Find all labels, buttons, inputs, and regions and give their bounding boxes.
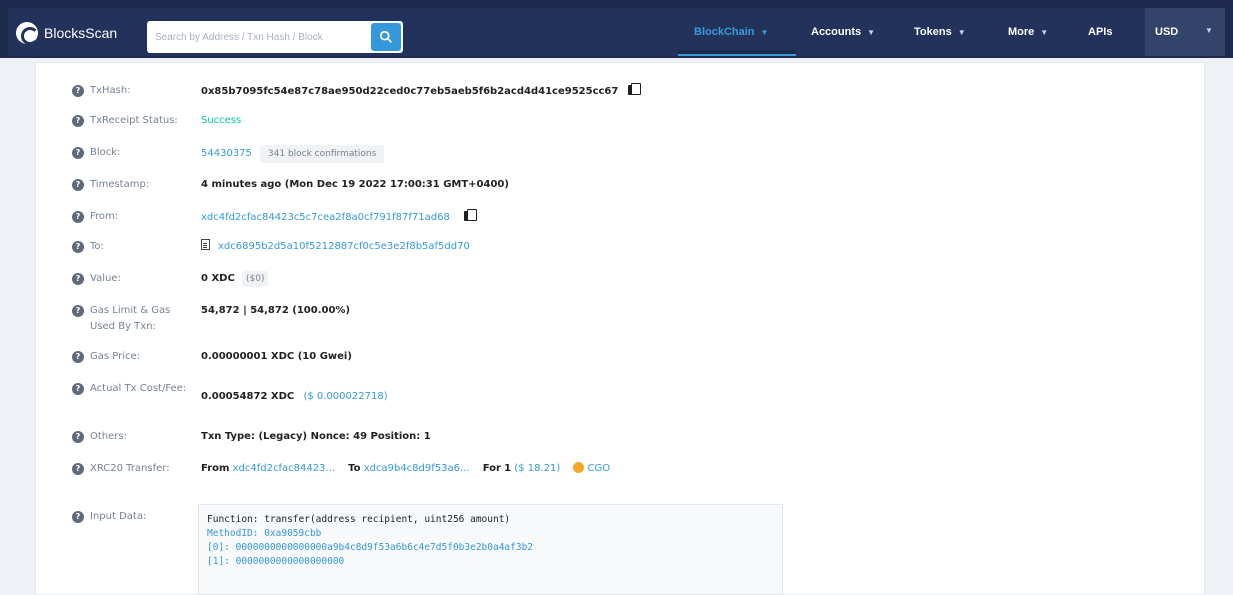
from-address-link[interactable]: xdc4fd2cfac84423c5c7cea2f8a0cf791f87f71a…	[201, 212, 450, 223]
from-label: ? From:	[72, 209, 192, 225]
xrc20-token-link[interactable]: CGO	[587, 463, 610, 474]
xrc20-to-link[interactable]: xdca9b4c8d9f53a6...	[364, 463, 470, 474]
help-icon[interactable]: ?	[72, 115, 84, 127]
others-label-text: Others:	[90, 431, 127, 442]
nav-tokens[interactable]: Tokens ▼	[914, 26, 966, 38]
xrc20-label-text: XRC20 Transfer:	[90, 463, 170, 474]
block-value-wrap: 54430375 341 block confirmations	[201, 145, 385, 163]
value-label-text: Value:	[90, 273, 121, 284]
currency-selector[interactable]: USD ▼	[1145, 8, 1225, 56]
token-icon	[573, 462, 585, 473]
help-icon[interactable]: ?	[72, 351, 84, 363]
xrc20-from-label: From	[201, 463, 230, 474]
help-icon[interactable]: ?	[72, 305, 84, 317]
gas-limit-value: 54,872 | 54,872 (100.00%)	[201, 305, 351, 316]
navbar-inner: BlocksScan BlockChain▼ Accounts▼ Tokens▼…	[8, 8, 1225, 56]
from-label-text: From:	[90, 211, 119, 222]
fee-amount: 0.00054872 XDC	[201, 391, 295, 402]
timestamp-label: ? Timestamp:	[72, 177, 192, 193]
others-value: Txn Type: (Legacy) Nonce: 49 Position: 1	[201, 431, 431, 442]
input-data-line: Function: transfer(address recipient, ui…	[207, 514, 511, 525]
nav-accounts[interactable]: Accounts ▼	[811, 26, 875, 38]
status-value: Success	[201, 115, 242, 126]
xrc20-for-label: For	[482, 463, 501, 474]
fee-value-wrap: 0.00054872 XDC ($ 0.000022718)	[201, 389, 388, 405]
input-data-label-text: Input Data:	[90, 511, 147, 522]
block-label-text: Block:	[90, 147, 121, 158]
nav-apis[interactable]: APIs	[1088, 26, 1112, 38]
status-label: ? TxReceipt Status:	[72, 113, 192, 129]
nav-more-label: More	[1008, 26, 1035, 38]
help-icon[interactable]: ?	[72, 179, 84, 191]
to-label: ? To:	[72, 239, 192, 255]
chevron-down-icon: ▼	[1205, 26, 1213, 35]
copy-icon[interactable]	[463, 209, 477, 222]
help-icon[interactable]: ?	[72, 511, 84, 523]
xrc20-fiat: ($ 18.21)	[514, 463, 561, 474]
chevron-down-icon: ▼	[957, 28, 966, 37]
txhash-value: 0x85b7095fc54e87c78ae950d22ced0c77eb5aeb…	[201, 86, 619, 97]
nav-more[interactable]: More ▼	[1008, 26, 1048, 38]
help-icon[interactable]: ?	[72, 211, 84, 223]
gas-price-label: ? Gas Price:	[72, 349, 192, 365]
nav-tokens-label: Tokens	[914, 26, 952, 38]
chevron-down-icon: ▼	[760, 28, 769, 37]
txhash-label-text: TxHash:	[90, 85, 131, 96]
txhash-value-wrap: 0x85b7095fc54e87c78ae950d22ced0c77eb5aeb…	[201, 83, 642, 100]
value-value-wrap: 0 XDC ($0)	[201, 271, 269, 287]
chevron-down-icon: ▼	[867, 28, 876, 37]
block-link[interactable]: 54430375	[201, 148, 252, 159]
status-label-text: TxReceipt Status:	[90, 115, 178, 126]
confirmations-badge: 341 block confirmations	[259, 145, 385, 163]
to-value-wrap: xdc6895b2d5a10f5212887cf0c5e3e2f8b5af5dd…	[201, 239, 470, 255]
xrc20-label: ? XRC20 Transfer:	[72, 461, 192, 477]
from-value-wrap: xdc4fd2cfac84423c5c7cea2f8a0cf791f87f71a…	[201, 209, 477, 226]
help-icon[interactable]: ?	[72, 273, 84, 285]
to-address-link[interactable]: xdc6895b2d5a10f5212887cf0c5e3e2f8b5af5dd…	[218, 241, 470, 252]
help-icon[interactable]: ?	[72, 147, 84, 159]
nav-accounts-label: Accounts	[811, 26, 862, 38]
xrc20-value-wrap: From xdc4fd2cfac84423... To xdca9b4c8d9f…	[201, 461, 610, 477]
gas-limit-label: ? Gas Limit & Gas Used By Txn:	[72, 303, 192, 335]
value-amount: 0 XDC	[201, 273, 235, 284]
help-icon[interactable]: ?	[72, 241, 84, 253]
help-icon[interactable]: ?	[72, 463, 84, 475]
top-navbar: BlocksScan BlockChain▼ Accounts▼ Tokens▼…	[0, 0, 1233, 58]
gas-price-value: 0.00000001 XDC (10 Gwei)	[201, 351, 352, 362]
xrc20-amount: 1	[504, 463, 512, 474]
copy-icon[interactable]	[628, 83, 642, 96]
value-label: ? Value:	[72, 271, 192, 287]
others-label: ? Others:	[72, 429, 192, 445]
nav-blockchain-label: BlockChain	[694, 26, 755, 38]
fee-label-text: Actual Tx Cost/Fee:	[90, 383, 187, 394]
to-label-text: To:	[90, 241, 104, 252]
fee-fiat: ($ 0.000022718)	[303, 391, 388, 402]
gas-price-label-text: Gas Price:	[90, 351, 141, 362]
main-nav: BlockChain ▼ Accounts ▼ Tokens ▼ More ▼ APIs	[8, 26, 1225, 50]
contract-icon	[201, 239, 210, 250]
nav-active-underline	[678, 50, 796, 56]
block-label: ? Block:	[72, 145, 192, 161]
input-data-line: MethodID: 0xa9059cbb	[207, 528, 322, 539]
chevron-down-icon: ▼	[1040, 28, 1049, 37]
help-icon[interactable]: ?	[72, 85, 84, 97]
input-data-line: [0]: 0000000000000000a9b4c8d9f53a6b6c4e7…	[207, 542, 534, 553]
input-data-line: [1]: 0000000000000000000	[207, 556, 345, 567]
value-fiat: ($0)	[241, 271, 269, 287]
input-data-box[interactable]: Function: transfer(address recipient, ui…	[198, 504, 783, 595]
xrc20-from-link[interactable]: xdc4fd2cfac84423...	[233, 463, 335, 474]
gas-limit-label-text: Gas Limit & Gas Used By Txn:	[90, 305, 171, 332]
help-icon[interactable]: ?	[72, 383, 84, 395]
help-icon[interactable]: ?	[72, 431, 84, 443]
xrc20-to-label: To	[348, 463, 361, 474]
nav-apis-label: APIs	[1088, 26, 1113, 38]
timestamp-label-text: Timestamp:	[90, 179, 150, 190]
timestamp-value: 4 minutes ago (Mon Dec 19 2022 17:00:31 …	[201, 179, 509, 190]
fee-label: ? Actual Tx Cost/Fee:	[72, 381, 192, 397]
nav-blockchain[interactable]: BlockChain ▼	[694, 26, 768, 38]
currency-label: USD	[1155, 26, 1179, 38]
input-data-label: ? Input Data:	[72, 509, 192, 525]
txhash-label: ? TxHash:	[72, 83, 192, 99]
